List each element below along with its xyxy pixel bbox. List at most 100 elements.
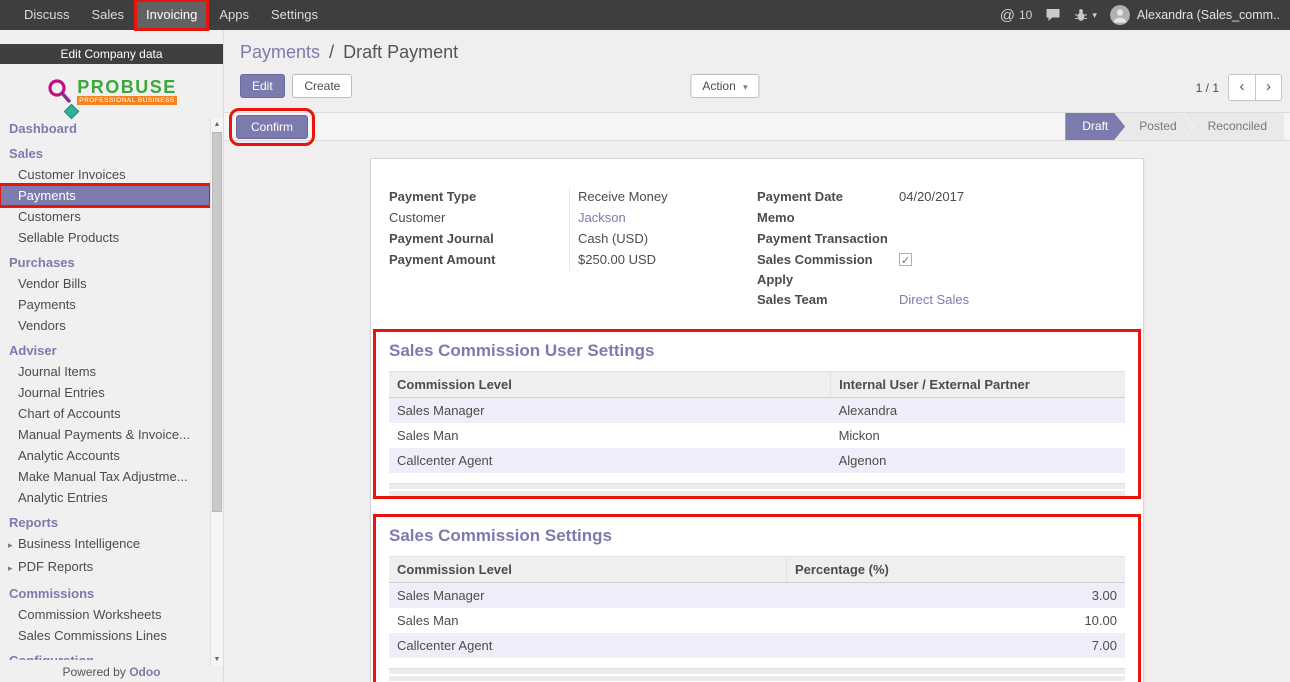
sidebar-heading-reports[interactable]: Reports <box>0 512 210 533</box>
magnifier-logo-icon <box>46 78 72 104</box>
sidebar-item-label: Business Intelligence <box>18 536 140 551</box>
status-step-draft[interactable]: Draft <box>1065 113 1125 140</box>
sidebar-item-analytic-accounts[interactable]: Analytic Accounts <box>0 445 210 466</box>
sidebar-item-business-intelligence[interactable]: ▸Business Intelligence <box>0 533 210 556</box>
field-label-sales-team: Sales Team <box>757 290 899 311</box>
scrollbar-thumb[interactable] <box>212 132 222 512</box>
sidebar-item-analytic-entries[interactable]: Analytic Entries <box>0 487 210 508</box>
table-row[interactable]: Sales ManagerAlexandra <box>389 398 1125 424</box>
sidebar-nav: Dashboard SalesCustomer Invoices Payments C… <box>0 118 210 660</box>
pager-next-button[interactable]: › <box>1255 74 1282 101</box>
top-menu-settings[interactable]: Settings <box>260 0 329 30</box>
sidebar-item-payments[interactable]: Payments <box>0 185 210 206</box>
status-step-reconciled[interactable]: Reconciled <box>1184 113 1284 140</box>
logo-brand: PROBUSE <box>77 78 177 96</box>
sidebar-item-make-manual-tax-adjustme[interactable]: Make Manual Tax Adjustme... <box>0 466 210 487</box>
sidebar-item-payments[interactable]: Payments <box>0 294 210 315</box>
pager: 1 / 1 ‹ › <box>1196 74 1282 101</box>
section-title-user-settings: Sales Commission User Settings <box>389 341 1125 361</box>
at-icon: @ <box>1000 7 1015 24</box>
pager-previous-button[interactable]: ‹ <box>1228 74 1255 101</box>
sidebar-heading-dashboard[interactable]: Dashboard <box>0 118 210 139</box>
table-row[interactable]: Sales Manager3.00 <box>389 583 1125 609</box>
breadcrumb-payments-link[interactable]: Payments <box>240 42 320 62</box>
user-menu[interactable]: Alexandra (Sales_comm.. <box>1137 8 1280 22</box>
sidebar-item-sales-commissions-lines[interactable]: Sales Commissions Lines <box>0 625 210 646</box>
sidebar-item-journal-items[interactable]: Journal Items <box>0 361 210 382</box>
sidebar-heading-configuration[interactable]: Configuration <box>0 650 210 660</box>
debug-menu-button[interactable]: ▾ <box>1074 8 1097 22</box>
sidebar-item-journal-entries[interactable]: Journal Entries <box>0 382 210 403</box>
table-cell: Algenon <box>831 448 1125 473</box>
logo-tagline: PROFESSIONAL BUSINESS <box>77 96 177 105</box>
table-row[interactable]: Sales ManMickon <box>389 423 1125 448</box>
field-value-payment-date: 04/20/2017 <box>899 187 1125 208</box>
scroll-up-icon[interactable]: ▲ <box>211 118 223 131</box>
form-sheet: Payment TypeReceive MoneyCustomerJackson… <box>370 158 1144 682</box>
action-dropdown-button[interactable]: Action ▾ <box>690 74 759 98</box>
avatar[interactable] <box>1110 5 1130 25</box>
sidebar-item-vendors[interactable]: Vendors <box>0 315 210 336</box>
table-row[interactable]: Callcenter AgentAlgenon <box>389 448 1125 473</box>
field-label-sales-commission-apply: Sales Commission Apply <box>757 250 899 290</box>
field-label-payment-transaction: Payment Transaction <box>757 229 899 250</box>
sidebar-item-label: Sales Commissions Lines <box>18 628 167 643</box>
breadcrumb: Payments / Draft Payment <box>224 30 1290 63</box>
sidebar-heading-adviser[interactable]: Adviser <box>0 340 210 361</box>
sidebar-item-label: Vendors <box>18 318 66 333</box>
field-label-payment-type: Payment Type <box>389 187 569 208</box>
sidebar-scrollbar[interactable]: ▲ ▼ <box>210 118 223 666</box>
confirm-button[interactable]: Confirm <box>236 115 308 139</box>
sidebar-item-label: Sellable Products <box>18 230 119 245</box>
table-footer <box>389 668 1125 681</box>
sidebar-heading-purchases[interactable]: Purchases <box>0 252 210 273</box>
field-value-payment-transaction <box>899 229 1125 250</box>
sidebar-heading-commissions[interactable]: Commissions <box>0 583 210 604</box>
column-header-commission-level[interactable]: Commission Level <box>389 557 786 583</box>
top-menu-sales[interactable]: Sales <box>81 0 136 30</box>
sidebar-item-commission-worksheets[interactable]: Commission Worksheets <box>0 604 210 625</box>
control-panel-buttons: Edit Create Action ▾ 1 / 1 ‹ › <box>224 74 1290 102</box>
activities-indicator[interactable]: @ 10 <box>1000 7 1033 24</box>
status-step-posted[interactable]: Posted <box>1115 113 1193 140</box>
sidebar-item-customer-invoices[interactable]: Customer Invoices <box>0 164 210 185</box>
top-menu-discuss[interactable]: Discuss <box>13 0 81 30</box>
table-row[interactable]: Sales Man10.00 <box>389 608 1125 633</box>
odoo-link[interactable]: Odoo <box>129 665 160 679</box>
edit-company-data-button[interactable]: Edit Company data <box>0 44 223 64</box>
field-row-payment-transaction: Payment Transaction <box>757 229 1125 250</box>
main-content: Payments / Draft Payment Edit Create Act… <box>224 30 1290 682</box>
column-header-percentage[interactable]: Percentage (%) <box>786 557 1125 583</box>
expand-arrow-icon[interactable]: ▸ <box>8 538 18 553</box>
sidebar-item-chart-of-accounts[interactable]: Chart of Accounts <box>0 403 210 424</box>
link-direct-sales[interactable]: Direct Sales <box>899 292 969 307</box>
expand-arrow-icon[interactable]: ▸ <box>8 561 18 576</box>
sidebar-item-label: PDF Reports <box>18 559 93 574</box>
sidebar-item-pdf-reports[interactable]: ▸PDF Reports <box>0 556 210 579</box>
field-value-memo <box>899 208 1125 229</box>
field-label-payment-journal: Payment Journal <box>389 229 569 250</box>
column-header-internal-user-external-partner[interactable]: Internal User / External Partner <box>831 372 1125 398</box>
field-row-sales-commission-apply: Sales Commission Apply <box>757 250 1125 290</box>
action-label: Action <box>702 79 735 93</box>
company-logo[interactable]: PROBUSE PROFESSIONAL BUSINESS <box>0 64 223 118</box>
messages-button[interactable] <box>1045 8 1061 22</box>
sidebar-item-manual-payments-invoice[interactable]: Manual Payments & Invoice... <box>0 424 210 445</box>
field-label-payment-date: Payment Date <box>757 187 899 208</box>
sidebar-heading-sales[interactable]: Sales <box>0 143 210 164</box>
column-header-commission-level[interactable]: Commission Level <box>389 372 831 398</box>
sales-commission-apply-checkbox[interactable] <box>899 253 912 266</box>
sidebar-item-sellable-products[interactable]: Sellable Products <box>0 227 210 248</box>
sidebar: Edit Company data PROBUSE PROFESSIONAL B… <box>0 30 224 682</box>
table-row[interactable]: Callcenter Agent7.00 <box>389 633 1125 658</box>
edit-button[interactable]: Edit <box>240 74 285 98</box>
sidebar-item-label: Commission Worksheets <box>18 607 162 622</box>
top-menu-invoicing[interactable]: Invoicing <box>135 0 208 30</box>
top-menu-apps[interactable]: Apps <box>208 0 260 30</box>
field-label-payment-amount: Payment Amount <box>389 250 569 271</box>
link-jackson[interactable]: Jackson <box>578 210 626 225</box>
sidebar-item-label: Payments <box>18 188 76 203</box>
sidebar-item-customers[interactable]: Customers <box>0 206 210 227</box>
sidebar-item-vendor-bills[interactable]: Vendor Bills <box>0 273 210 294</box>
create-button[interactable]: Create <box>292 74 352 98</box>
